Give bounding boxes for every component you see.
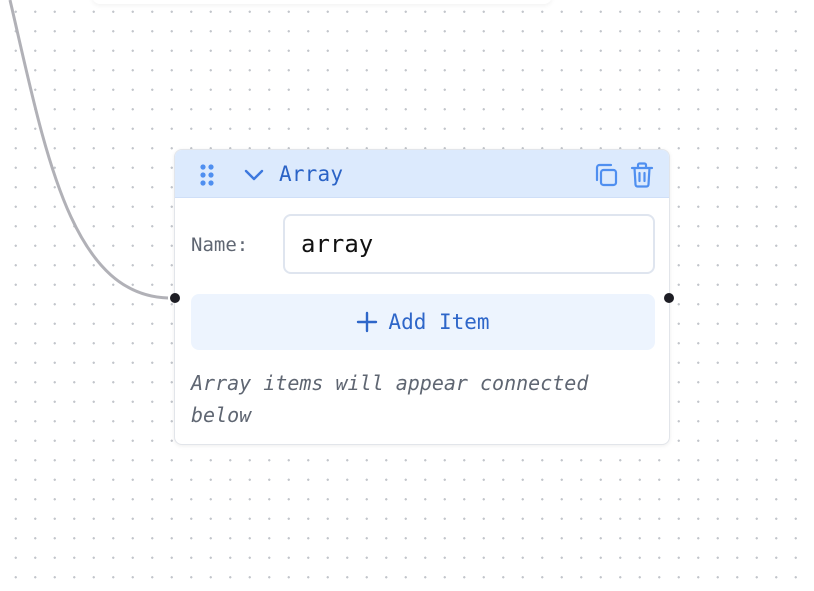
- plus-icon: [357, 311, 378, 333]
- input-handle[interactable]: [170, 293, 180, 303]
- node-header: Array: [175, 150, 669, 198]
- array-node[interactable]: Array Name: Add It: [170, 149, 674, 445]
- output-handle[interactable]: [664, 293, 674, 303]
- name-input[interactable]: [283, 214, 655, 274]
- drag-handle-icon[interactable]: [197, 162, 219, 188]
- add-item-label: Add Item: [388, 310, 490, 334]
- node-title: Array: [279, 162, 344, 186]
- flow-canvas[interactable]: Array Name: Add It: [0, 0, 814, 591]
- add-item-button[interactable]: Add Item: [191, 294, 655, 350]
- name-label: Name:: [191, 234, 249, 256]
- chevron-down-icon[interactable]: [241, 162, 267, 188]
- upstream-node[interactable]: [92, 0, 552, 4]
- hint-text: Array items will appear connected below: [191, 371, 589, 427]
- copy-icon[interactable]: [591, 160, 621, 190]
- trash-icon[interactable]: [627, 160, 657, 190]
